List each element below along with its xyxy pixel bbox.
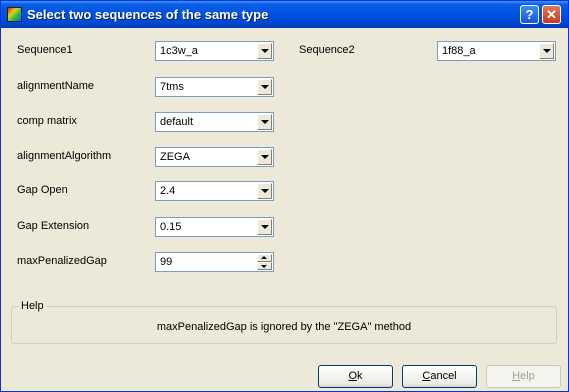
chevron-down-icon[interactable] — [257, 219, 272, 235]
spinner-down-icon[interactable] — [257, 262, 272, 270]
sequence2-select[interactable]: 1f88_a — [437, 41, 556, 61]
help-message: maxPenalizedGap is ignored by the "ZEGA"… — [156, 321, 412, 333]
title-bar[interactable]: Select two sequences of the same type ? … — [1, 1, 568, 28]
cancel-button[interactable]: Cancel — [402, 365, 477, 388]
comp-matrix-value: default — [160, 116, 194, 128]
help-label: elp — [520, 370, 535, 382]
comp-matrix-label: comp matrix — [17, 115, 77, 127]
sequence2-value: 1f88_a — [442, 45, 476, 57]
help-group: Help maxPenalizedGap is ignored by the "… — [11, 300, 557, 344]
alignment-name-select[interactable]: 7tms — [155, 77, 274, 97]
alignment-name-label: alignmentName — [17, 80, 95, 92]
max-penalized-gap-label: maxPenalizedGap — [17, 255, 107, 267]
max-penalized-gap-spinner[interactable]: 99 — [155, 252, 274, 272]
app-icon — [7, 7, 22, 22]
help-mnemonic: H — [512, 370, 521, 382]
close-button[interactable]: ✕ — [542, 5, 561, 24]
chevron-down-icon[interactable] — [257, 183, 272, 199]
spinner-up-icon[interactable] — [257, 254, 272, 262]
ok-button[interactable]: Ok — [318, 365, 393, 388]
chevron-down-icon[interactable] — [257, 114, 272, 130]
gap-open-value: 2.4 — [160, 185, 176, 197]
sequence1-select[interactable]: 1c3w_a — [155, 41, 274, 61]
chevron-down-icon[interactable] — [257, 43, 272, 59]
max-penalized-gap-value[interactable]: 99 — [160, 256, 172, 268]
alignment-algorithm-value: ZEGA — [160, 151, 190, 163]
help-title-button[interactable]: ? — [520, 5, 539, 24]
comp-matrix-select[interactable]: default — [155, 112, 274, 132]
gap-extension-value: 0.15 — [160, 221, 182, 233]
help-group-title: Help — [19, 300, 46, 312]
gap-open-label: Gap Open — [17, 184, 68, 196]
alignment-name-value: 7tms — [160, 81, 184, 93]
sequence1-label: Sequence1 — [17, 44, 73, 56]
alignment-algorithm-label: alignmentAlgorithm — [17, 150, 112, 162]
gap-open-select[interactable]: 2.4 — [155, 181, 274, 201]
chevron-down-icon[interactable] — [257, 79, 272, 95]
gap-extension-label: Gap Extension — [17, 220, 90, 232]
sequence1-value: 1c3w_a — [160, 45, 198, 57]
dialog-window: Select two sequences of the same type ? … — [0, 0, 569, 392]
alignment-algorithm-select[interactable]: ZEGA — [155, 147, 274, 167]
chevron-down-icon[interactable] — [539, 43, 554, 59]
window-title: Select two sequences of the same type — [27, 7, 269, 22]
ok-mnemonic: O — [348, 370, 358, 382]
gap-extension-select[interactable]: 0.15 — [155, 217, 274, 237]
chevron-down-icon[interactable] — [257, 149, 272, 165]
help-button[interactable]: Help — [486, 365, 561, 388]
cancel-label: ancel — [430, 370, 457, 382]
sequence2-label: Sequence2 — [299, 44, 355, 56]
ok-label: k — [357, 370, 363, 382]
